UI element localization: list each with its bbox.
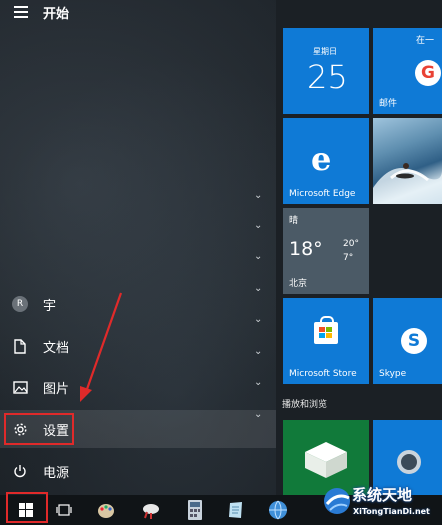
mail-tile[interactable]: 在一 G 邮件 bbox=[373, 28, 442, 114]
skype-icon: S bbox=[401, 328, 427, 354]
watermark-url: XiTongTianDi.net bbox=[353, 507, 430, 516]
taskbar-browser[interactable] bbox=[258, 495, 298, 525]
mail-top-text: 在一 bbox=[416, 36, 435, 46]
taskbar-paint-app[interactable] bbox=[86, 495, 126, 525]
google-icon: G bbox=[415, 60, 441, 86]
watermark-logo: 系统天地 XiTongTianDi.net bbox=[322, 484, 442, 525]
surfer-photo-icon bbox=[373, 163, 442, 204]
section-label-play-browse: 播放和浏览 bbox=[282, 400, 328, 410]
chevron-down-icon[interactable]: ⌄ bbox=[254, 346, 262, 357]
chevron-down-icon[interactable]: ⌄ bbox=[254, 251, 262, 262]
store-label: Microsoft Store bbox=[289, 369, 357, 379]
chevron-down-icon[interactable]: ⌄ bbox=[254, 409, 262, 420]
chevron-down-icon[interactable]: ⌄ bbox=[254, 283, 262, 294]
chevron-down-icon[interactable]: ⌄ bbox=[254, 377, 262, 388]
edge-label: Microsoft Edge bbox=[289, 189, 356, 199]
weather-city: 北京 bbox=[289, 279, 308, 289]
store-tile[interactable]: Microsoft Store bbox=[283, 298, 369, 384]
chevron-down-icon[interactable]: ⌄ bbox=[254, 190, 262, 201]
store-bag-icon bbox=[314, 316, 338, 344]
weather-temp: 18° bbox=[289, 238, 323, 260]
taskbar-notepad[interactable] bbox=[216, 495, 256, 525]
calculator-icon bbox=[188, 500, 202, 520]
start-highlight-box bbox=[6, 492, 48, 523]
taskbar-calculator[interactable] bbox=[175, 495, 215, 525]
skype-tile[interactable]: S Skype bbox=[373, 298, 442, 384]
chevron-down-icon[interactable]: ⌄ bbox=[254, 314, 262, 325]
task-view-button[interactable] bbox=[44, 495, 84, 525]
calendar-weekday: 星期日 bbox=[313, 47, 337, 56]
weather-tile[interactable]: 晴 18° 20° 7° 北京 bbox=[283, 208, 369, 294]
taskbar-app-brush[interactable] bbox=[131, 495, 171, 525]
calendar-tile[interactable]: 星期日 25 bbox=[283, 28, 369, 114]
edge-tile[interactable]: e Microsoft Edge bbox=[283, 118, 369, 204]
palette-icon bbox=[98, 504, 114, 518]
edge-icon: e bbox=[311, 140, 332, 178]
brush-app-icon bbox=[143, 504, 159, 519]
globe-icon bbox=[269, 500, 287, 520]
task-view-icon bbox=[56, 504, 72, 516]
photos-tile[interactable] bbox=[373, 118, 442, 204]
mail-label: 邮件 bbox=[379, 99, 398, 109]
weather-low: 7° bbox=[343, 253, 354, 263]
watermark-title: 系统天地 bbox=[352, 486, 413, 504]
weather-high: 20° bbox=[343, 239, 359, 249]
weather-condition: 晴 bbox=[289, 216, 299, 226]
skype-label: Skype bbox=[379, 369, 407, 379]
notepad-icon bbox=[229, 502, 242, 518]
calendar-day: 25 bbox=[307, 58, 348, 96]
chevron-down-icon[interactable]: ⌄ bbox=[254, 220, 262, 231]
watermark-globe-icon bbox=[324, 488, 350, 514]
music-disc-icon bbox=[397, 450, 421, 474]
